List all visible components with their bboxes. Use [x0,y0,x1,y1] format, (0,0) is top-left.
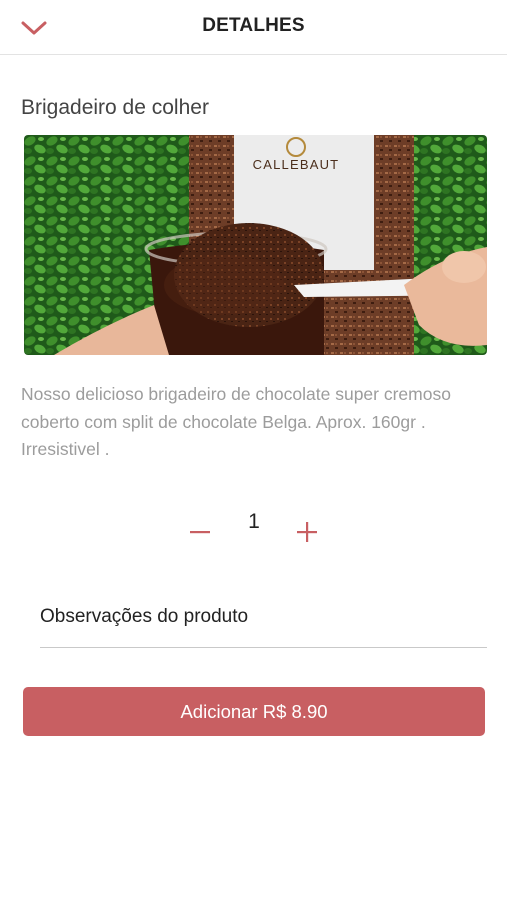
product-image: CALLEBAUT [24,135,487,355]
product-notes-label: Observações do produto [40,606,249,627]
product-description: Nosso delicioso brigadeiro de chocolate … [21,384,451,459]
product-name: Brigadeiro de colher [21,96,209,119]
brand-text: CALLEBAUT [253,157,340,172]
plus-icon [297,522,317,542]
header-bar: DETALHES [0,0,507,55]
minus-icon [190,531,210,534]
product-notes-field[interactable]: Observações do produto [40,598,487,648]
quantity-value: 1 [248,510,260,533]
product-details-screen: DETALHES Brigadeiro de colher CALLEBAUT … [0,0,507,900]
add-to-cart-label: Adicionar R$ 8.90 [180,700,328,722]
decrease-quantity-button[interactable] [182,514,218,550]
increase-quantity-button[interactable] [289,514,325,550]
page-title: DETALHES [202,15,305,36]
add-to-cart-button[interactable]: Adicionar R$ 8.90 [23,687,485,736]
